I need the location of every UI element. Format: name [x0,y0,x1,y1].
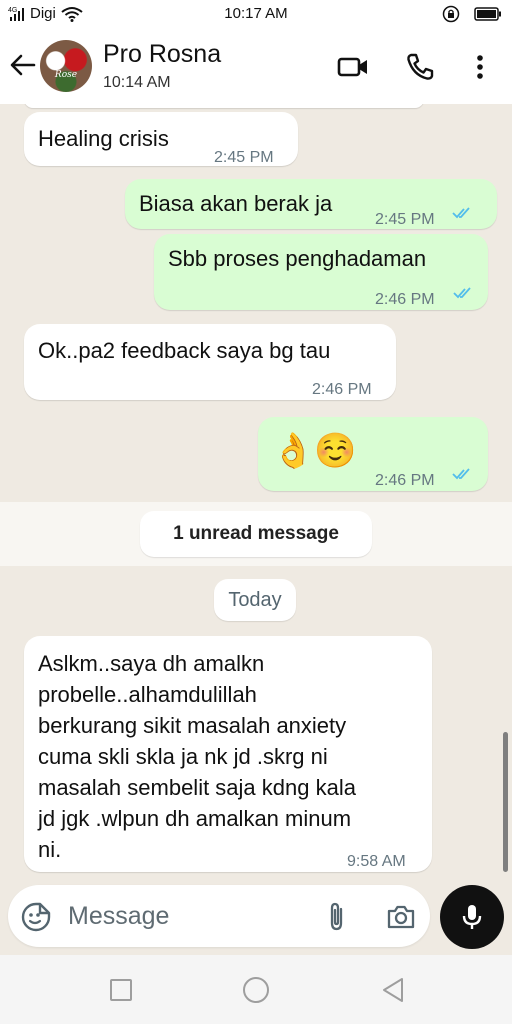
home-nav-icon[interactable] [241,975,271,1005]
message-bubble-outgoing[interactable]: Biasa akan berak ja 2:45 PM [125,179,497,229]
message-bubble-incoming[interactable]: Aslkm..saya dh amalkn probelle..alhamdul… [24,636,432,872]
battery-icon [474,7,501,21]
message-line: jd jgk .wlpun dh amalkan minum [38,806,352,831]
status-time: 10:17 AM [224,5,288,22]
message-time: 2:46 PM [312,381,372,398]
message-emoji-text: 👌☺️ [272,432,357,470]
message-bubble-outgoing[interactable]: 👌☺️ 2:46 PM [258,417,488,491]
read-ticks-icon [452,468,470,480]
message-time: 2:45 PM [214,149,274,166]
message-time: 9:58 AM [347,853,406,870]
attach-icon[interactable] [321,901,353,933]
last-seen: 10:14 AM [103,74,171,91]
message-line: ni. [38,837,62,862]
chat-header: Rose Pro Rosna 10:14 AM [0,28,512,104]
lock-rotation-icon [442,5,460,23]
chat-area[interactable]: Healing crisis 2:45 PM Biasa akan berak … [0,104,512,881]
status-bar: 4G Digi 10:17 AM [0,0,512,28]
back-arrow-icon[interactable] [8,50,38,80]
message-bubble-outgoing[interactable]: Sbb proses penghadaman 2:46 PM [154,234,488,310]
message-text: Biasa akan berak ja [139,191,333,216]
message-time: 2:45 PM [375,211,435,228]
message-input-container [8,885,430,947]
message-line: cuma skli skla ja nk jd .skrg ni [38,744,328,769]
more-vert-icon[interactable] [463,50,497,84]
video-call-icon[interactable] [336,50,370,84]
back-nav-icon[interactable] [378,975,408,1005]
phone-icon[interactable] [403,50,437,84]
recents-nav-icon[interactable] [106,975,136,1005]
emoji-icon[interactable] [20,901,52,933]
read-ticks-icon [453,287,471,299]
message-time: 2:46 PM [375,291,435,308]
camera-icon[interactable] [385,901,417,933]
contact-name[interactable]: Pro Rosna [103,40,221,69]
mic-icon [462,905,482,929]
message-line: masalah sembelit saja kdng kala [38,775,356,800]
message-text: Sbb proses penghadaman [168,246,427,271]
message-line: berkurang sikit masalah anxiety [38,713,347,738]
message-text: Ok..pa2 feedback saya bg tau [38,338,331,363]
status-right [442,5,502,23]
mic-button[interactable] [440,885,504,949]
message-line: Aslkm..saya dh amalkn [38,651,265,676]
message-bubble-incoming[interactable]: Healing crisis 2:45 PM [24,112,298,166]
system-nav-bar [0,955,512,1024]
message-time: 2:46 PM [375,472,435,489]
message-bubble-partial [24,104,424,108]
read-ticks-icon [452,207,470,219]
composer-bar [0,881,512,955]
chat-scrollbar[interactable] [503,732,508,872]
message-bubble-incoming[interactable]: Ok..pa2 feedback saya bg tau 2:46 PM [24,324,396,400]
message-text-block: Aslkm..saya dh amalkn probelle..alhamdul… [38,648,356,865]
message-text: Healing crisis [38,126,169,151]
avatar-logo-text: Rose [54,70,78,80]
date-divider: Today [214,579,296,621]
avatar[interactable]: Rose [40,40,92,92]
message-line: probelle..alhamdulillah [38,682,257,707]
message-input[interactable] [68,899,298,933]
unread-banner: 1 unread message [140,511,372,557]
